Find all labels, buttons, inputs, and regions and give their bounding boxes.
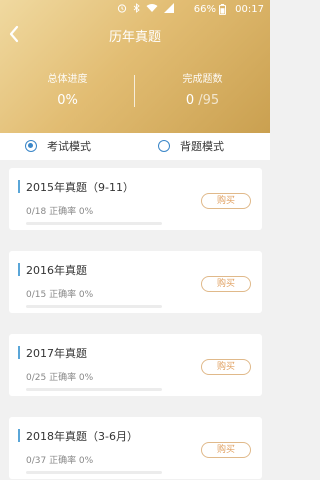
completed-label: 完成题数	[182, 74, 223, 85]
buy-button[interactable]: 购买	[201, 442, 251, 458]
paper-card[interactable]: 2015年真题（9-11） 0/18 正确率 0% 购买	[9, 168, 262, 230]
paper-stats: 0/37 正确率 0%	[26, 456, 94, 466]
signal-icon	[164, 3, 174, 13]
completed-number: 0	[185, 93, 195, 108]
completed-count: 完成题数 0 /95	[135, 70, 270, 108]
paper-title: 2015年真题（9-11）	[26, 181, 134, 194]
buy-button[interactable]: 购买	[201, 276, 251, 292]
nav-bar: 历年真题	[0, 20, 270, 48]
progress-bar	[26, 222, 162, 225]
overall-progress: 总体进度 0%	[0, 70, 135, 108]
paper-stats: 0/25 正确率 0%	[26, 373, 94, 383]
overall-progress-label: 总体进度	[47, 74, 88, 85]
paper-title: 2016年真题	[26, 264, 87, 277]
study-mode-label: 背题模式	[180, 140, 224, 153]
progress-bar	[26, 388, 162, 391]
accent-bar	[18, 346, 20, 359]
radio-unselected-icon[interactable]	[158, 140, 170, 152]
paper-title: 2018年真题（3-6月）	[26, 430, 138, 443]
completed-total: /95	[198, 93, 220, 108]
paper-title: 2017年真题	[26, 347, 87, 360]
study-mode-option[interactable]: 背题模式	[158, 138, 224, 154]
progress-bar	[26, 305, 162, 308]
alarm-icon	[117, 3, 127, 13]
status-bar: 66% 00:17	[0, 0, 270, 20]
accent-bar	[18, 429, 20, 442]
overall-progress-value: 0%	[57, 93, 78, 108]
accent-bar	[18, 263, 20, 276]
paper-card[interactable]: 2018年真题（3-6月） 0/37 正确率 0% 购买	[9, 417, 262, 479]
header: 66% 00:17 历年真题 总体进度 0% 完成题数 0 /95	[0, 0, 270, 133]
page-title: 历年真题	[108, 30, 161, 45]
wifi-icon	[146, 3, 158, 13]
completed-value: 0 /95	[135, 93, 270, 108]
clock: 00:17	[235, 4, 264, 15]
buy-button[interactable]: 购买	[201, 193, 251, 209]
exam-mode-option[interactable]: 考试模式	[25, 138, 91, 154]
paper-card[interactable]: 2016年真题 0/15 正确率 0% 购买	[9, 251, 262, 313]
accent-bar	[18, 180, 20, 193]
paper-card[interactable]: 2017年真题 0/25 正确率 0% 购买	[9, 334, 262, 396]
bluetooth-icon	[133, 3, 140, 13]
paper-stats: 0/15 正确率 0%	[26, 290, 94, 300]
stats-summary: 总体进度 0% 完成题数 0 /95	[0, 70, 270, 114]
battery-icon	[219, 4, 226, 15]
exam-mode-label: 考试模式	[47, 140, 91, 153]
radio-selected-icon[interactable]	[25, 140, 37, 152]
mode-selector: 考试模式 背题模式	[0, 133, 270, 160]
paper-stats: 0/18 正确率 0%	[26, 207, 94, 217]
buy-button[interactable]: 购买	[201, 359, 251, 375]
battery-percentage: 66%	[193, 4, 216, 15]
progress-bar	[26, 471, 162, 474]
